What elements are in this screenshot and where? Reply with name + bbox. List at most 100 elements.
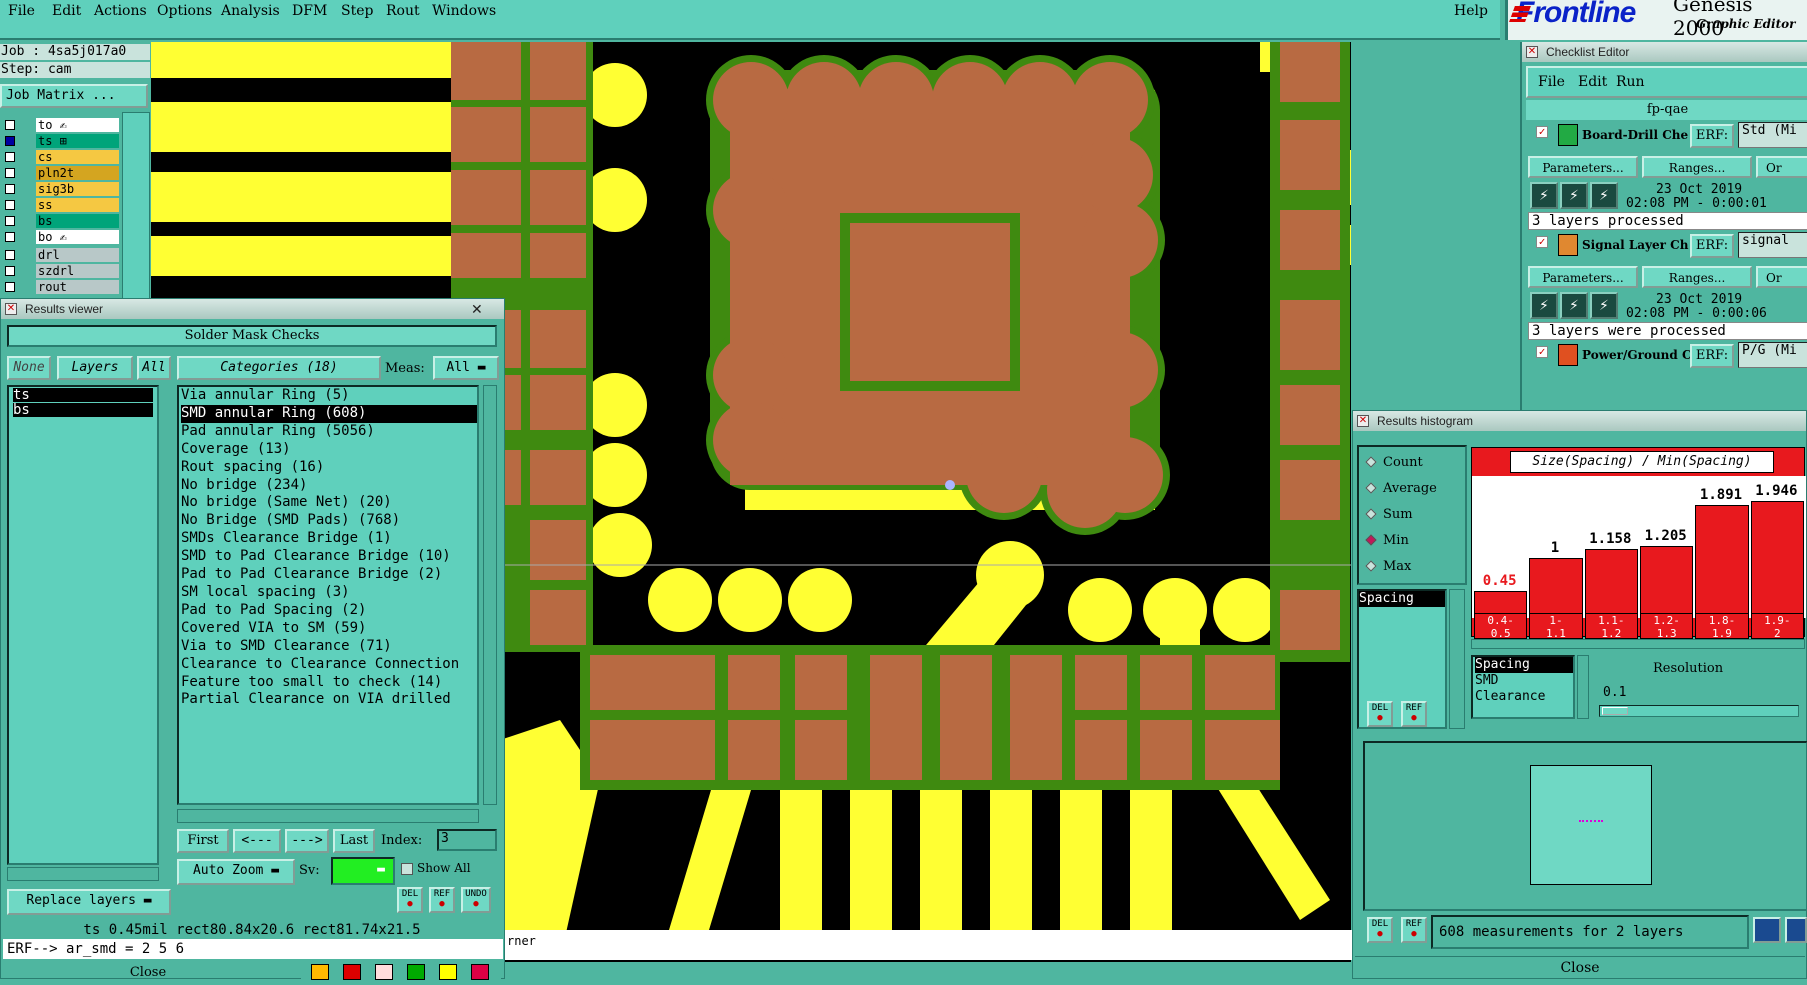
prev-button[interactable]: <--- xyxy=(233,829,281,853)
layer-hscroll[interactable] xyxy=(7,867,159,881)
last-button[interactable]: Last xyxy=(333,829,375,853)
layer-results-list[interactable]: ts bs xyxy=(7,385,159,865)
category-item[interactable]: Rout spacing (16) xyxy=(181,459,477,477)
category-item[interactable]: Coverage (13) xyxy=(181,441,477,459)
histogram-bar[interactable] xyxy=(1640,546,1694,618)
check-enable-checkbox[interactable]: ✓ xyxy=(1536,346,1548,358)
export-icon[interactable] xyxy=(1753,917,1781,943)
erf-value[interactable]: P/G (Mi xyxy=(1738,342,1807,368)
replace-layers-select[interactable]: Replace layers ▬ xyxy=(7,889,171,915)
layer-name[interactable]: pln2t xyxy=(36,166,119,180)
more-button[interactable]: Or xyxy=(1756,266,1807,288)
tool-icon[interactable] xyxy=(471,964,489,980)
check-enable-checkbox[interactable]: ✓ xyxy=(1536,236,1548,248)
layer-name[interactable]: szdrl xyxy=(36,264,119,278)
run-check-icon[interactable]: ⚡ xyxy=(1560,182,1588,209)
results-viewer-titlebar[interactable]: ✕ Results viewer ✕ xyxy=(1,299,504,319)
layer-checkbox[interactable] xyxy=(5,168,15,178)
category-item[interactable]: SM local spacing (3) xyxy=(181,584,477,602)
measurement-item[interactable]: Spacing xyxy=(1359,591,1445,607)
measurement-scrollbar[interactable] xyxy=(1449,589,1465,729)
category-item[interactable]: Via annular Ring (5) xyxy=(181,387,477,405)
checklist-menu-edit[interactable]: Edit xyxy=(1578,74,1607,90)
run-check-icon[interactable]: ⚡ xyxy=(1590,182,1618,209)
layer-row[interactable]: bo ✍ xyxy=(3,230,119,244)
layer-row[interactable]: ts ⊞ xyxy=(3,134,119,148)
close-button[interactable]: Close xyxy=(3,961,293,980)
layer-checkbox[interactable] xyxy=(5,184,15,194)
mode-radio-count[interactable]: Count xyxy=(1365,455,1423,470)
category-item[interactable]: Pad to Pad Clearance Bridge (2) xyxy=(181,566,477,584)
run-check-icon[interactable]: ⚡ xyxy=(1530,292,1558,319)
tool-icon[interactable] xyxy=(375,964,393,980)
category-item[interactable]: SMDs Clearance Bridge (1) xyxy=(181,530,477,548)
result-layer-item[interactable]: ts xyxy=(13,388,153,402)
mode-radio-sum[interactable]: Sum xyxy=(1365,507,1413,522)
attribute-item[interactable]: Spacing xyxy=(1475,657,1573,673)
all-button[interactable]: All xyxy=(137,356,171,380)
category-item[interactable]: Via to SMD Clearance (71) xyxy=(181,638,477,656)
histogram-bar[interactable] xyxy=(1695,505,1749,618)
none-button[interactable]: None xyxy=(7,356,51,380)
menu-rout[interactable]: Rout xyxy=(386,3,420,19)
index-input[interactable]: 3 xyxy=(437,829,497,851)
menu-edit[interactable]: Edit xyxy=(52,3,81,19)
layer-checkbox[interactable] xyxy=(5,200,15,210)
resolution-slider[interactable] xyxy=(1599,705,1799,717)
menu-windows[interactable]: Windows xyxy=(432,3,496,19)
category-item[interactable]: No Bridge (SMD Pads) (768) xyxy=(181,512,477,530)
erf-button[interactable]: ERF: xyxy=(1690,124,1734,148)
run-check-icon[interactable]: ⚡ xyxy=(1590,292,1618,319)
layer-name[interactable]: ss xyxy=(36,198,119,212)
erf-button[interactable]: ERF: xyxy=(1690,234,1734,258)
checklist-titlebar[interactable]: ✕ Checklist Editor xyxy=(1522,42,1807,62)
layer-name[interactable]: to ✍ xyxy=(36,118,119,132)
layer-row[interactable]: cs xyxy=(3,150,119,164)
chart-icon[interactable] xyxy=(1785,917,1807,943)
hist-del-button[interactable]: DEL ● xyxy=(1367,701,1393,727)
category-item[interactable]: Pad annular Ring (5056) xyxy=(181,423,477,441)
attribute-item[interactable]: Clearance xyxy=(1475,689,1573,705)
run-check-icon[interactable]: ⚡ xyxy=(1530,182,1558,209)
layer-checkbox[interactable] xyxy=(5,282,15,292)
tool-icon[interactable] xyxy=(407,964,425,980)
layers-button[interactable]: Layers xyxy=(57,356,133,380)
attribute-list[interactable]: Spacing SMD Clearance xyxy=(1471,655,1575,719)
histogram-bar[interactable] xyxy=(1750,501,1804,618)
layer-scrollbar[interactable] xyxy=(122,112,150,312)
next-button[interactable]: ---> xyxy=(285,829,329,853)
erf-value[interactable]: signal xyxy=(1738,232,1807,258)
tool-icon[interactable] xyxy=(343,964,361,980)
layer-row[interactable]: szdrl xyxy=(3,264,119,278)
tool-icon[interactable] xyxy=(439,964,457,980)
layer-name[interactable]: sig3b xyxy=(36,182,119,196)
layer-row[interactable]: to ✍ xyxy=(3,118,119,132)
layer-checkbox[interactable] xyxy=(5,250,15,260)
sv-select[interactable]: ▬ xyxy=(331,857,395,885)
category-item[interactable]: SMD annular Ring (608) xyxy=(181,404,477,423)
category-item[interactable]: Covered VIA to SM (59) xyxy=(181,620,477,638)
category-vscroll[interactable] xyxy=(483,385,497,805)
menu-step[interactable]: Step xyxy=(341,3,373,19)
layer-checkbox[interactable] xyxy=(5,232,15,242)
job-matrix-button[interactable]: Job Matrix ... xyxy=(0,84,148,108)
histogram-bar[interactable] xyxy=(1529,558,1583,618)
menu-dfm[interactable]: DFM xyxy=(292,3,327,19)
category-item[interactable]: Clearance to Clearance Connection xyxy=(181,656,477,674)
ranges-button[interactable]: Ranges... xyxy=(1642,266,1752,288)
window-close-icon[interactable]: ✕ xyxy=(5,303,17,315)
mode-radio-min[interactable]: Min xyxy=(1365,533,1409,548)
tool-icon[interactable] xyxy=(311,964,329,980)
layer-checkbox[interactable] xyxy=(5,136,15,146)
category-item[interactable]: SMD to Pad Clearance Bridge (10) xyxy=(181,548,477,566)
auto-zoom-select[interactable]: Auto Zoom ▬ xyxy=(177,859,295,885)
result-layer-item[interactable]: bs xyxy=(13,403,153,417)
layer-checkbox[interactable] xyxy=(5,120,15,130)
categories-button[interactable]: Categories (18) xyxy=(177,356,381,380)
parameters-button[interactable]: Parameters... xyxy=(1528,266,1638,288)
undo-button[interactable]: UNDO ● xyxy=(461,887,491,913)
ranges-button[interactable]: Ranges... xyxy=(1642,156,1752,178)
layer-name[interactable]: bo ✍ xyxy=(36,230,119,244)
histogram-bar[interactable] xyxy=(1584,549,1638,618)
hist-ref-button[interactable]: REF ● xyxy=(1401,701,1427,727)
